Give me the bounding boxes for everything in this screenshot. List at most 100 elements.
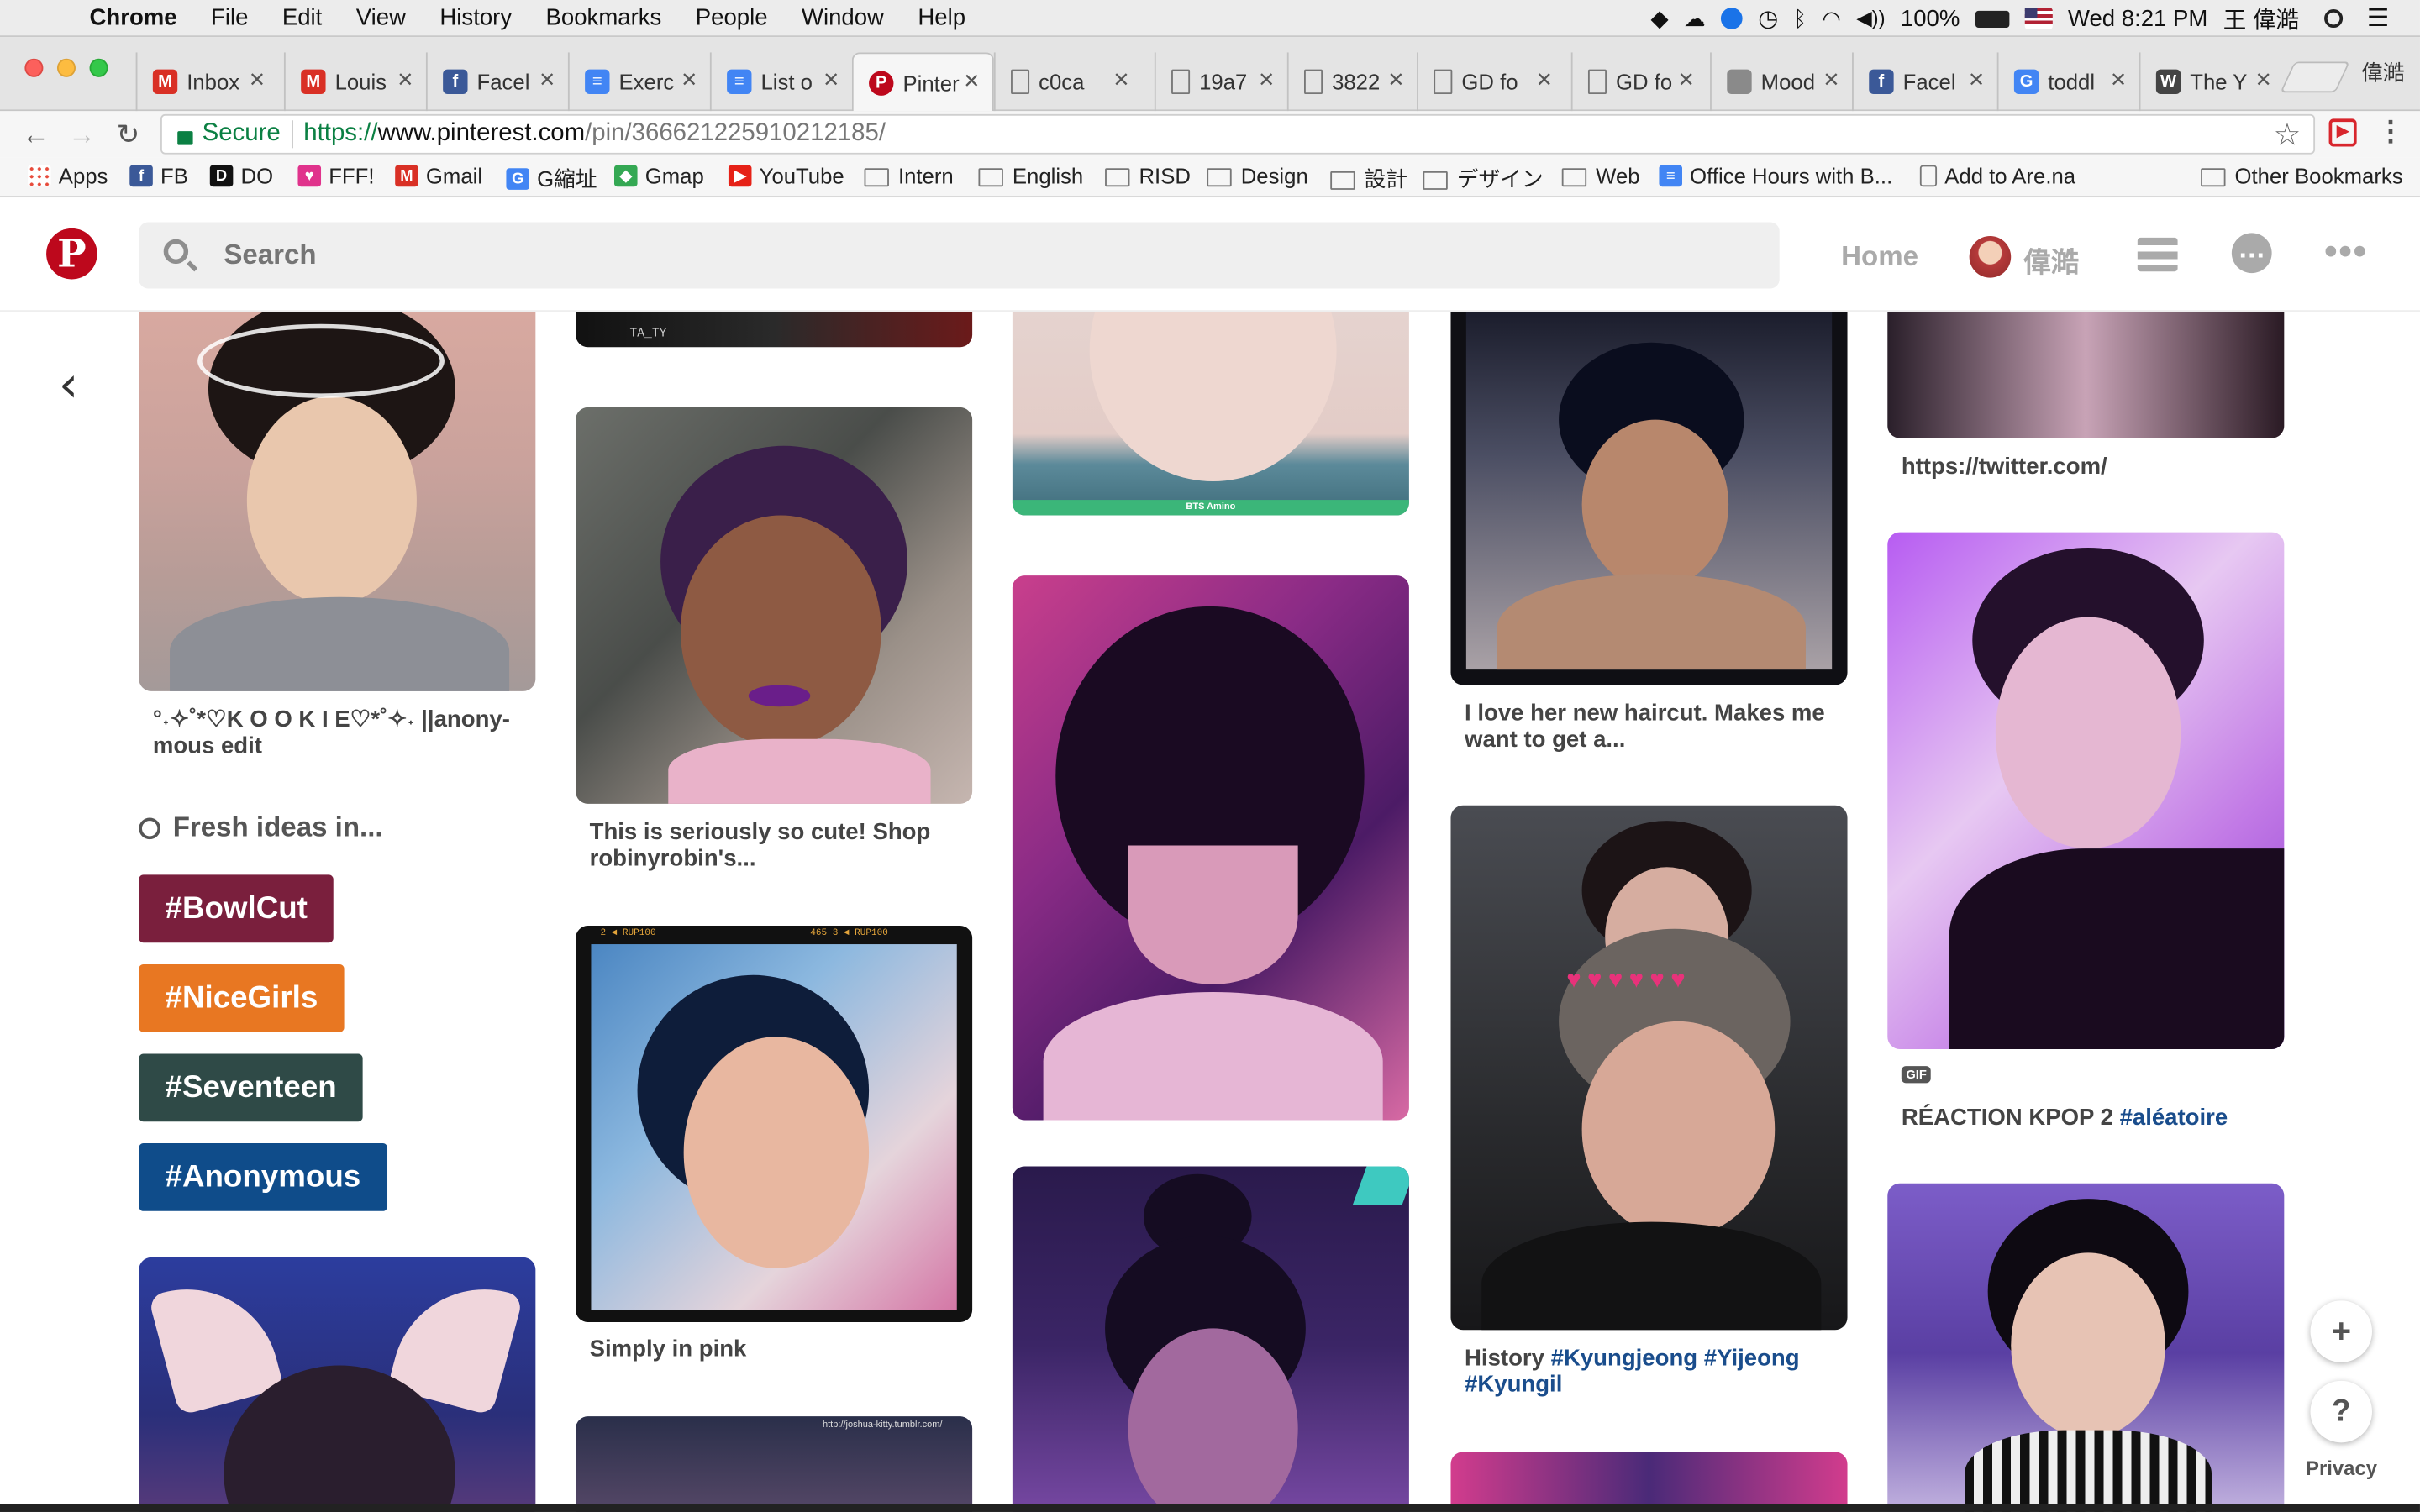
bookmark-18[interactable]: Other Bookmarks	[2201, 164, 2403, 188]
pin-reaction-kpop-image[interactable]	[1887, 532, 2285, 1049]
user-name[interactable]: 王 偉澔	[2223, 3, 2299, 35]
spotlight-icon[interactable]	[2323, 9, 2343, 29]
close-tab-icon[interactable]: ✕	[397, 68, 413, 92]
search-bar[interactable]	[139, 222, 1780, 289]
close-tab-icon[interactable]: ✕	[2255, 68, 2272, 92]
close-tab-icon[interactable]: ✕	[2110, 68, 2127, 92]
messages-icon[interactable]: …	[2231, 233, 2272, 274]
bookmark-14[interactable]: デザイン	[1423, 164, 1544, 195]
chrome-menu-icon[interactable]: ⋮	[2377, 116, 2405, 149]
pin-bun-image[interactable]	[1012, 1166, 1409, 1512]
time-machine-icon[interactable]: ◷	[1758, 5, 1778, 32]
menu-view[interactable]: View	[356, 5, 406, 31]
bookmark-13[interactable]: 設計	[1330, 164, 1407, 195]
bookmark-6[interactable]: G G縮址	[506, 164, 597, 195]
clock[interactable]: Wed 8:21 PM	[2068, 5, 2207, 31]
bookmark-2[interactable]: f FB	[129, 164, 188, 188]
more-options-icon[interactable]: •••	[2324, 232, 2368, 275]
tab-12[interactable]: Mood ✕	[1710, 52, 1852, 112]
hashtag-bowlcut[interactable]: #BowlCut	[139, 874, 334, 943]
pin-purple-lips-image[interactable]	[576, 407, 973, 804]
hashtag-anonymous[interactable]: #Anonymous	[139, 1142, 387, 1211]
pin-purple-bob-image[interactable]	[1012, 575, 1409, 1121]
tab-7[interactable]: c0ca ✕	[993, 52, 1142, 112]
home-link[interactable]: Home	[1841, 241, 1918, 274]
bookmark-4[interactable]: ♥ FFF!	[297, 164, 374, 188]
tab-3[interactable]: f Facel ✕	[425, 52, 568, 112]
address-bar[interactable]: Secure https:// www.pinterest.com /pin/3…	[160, 113, 2316, 155]
caption-hashtag[interactable]: #aléatoire	[2120, 1105, 2228, 1131]
bookmark-10[interactable]: English	[978, 164, 1083, 188]
bookmark-5[interactable]: M Gmail	[395, 164, 482, 188]
tab-14[interactable]: Gtoddl ✕	[1996, 52, 2139, 112]
tab-13[interactable]: f Facel ✕	[1852, 52, 1997, 112]
pin-caption-kyungjeong[interactable]: History #Kyungjeong #Yijeong #Kyungil	[1465, 1346, 1835, 1398]
tab-10[interactable]: GD fo ✕	[1417, 52, 1565, 112]
close-tab-icon[interactable]: ✕	[1258, 68, 1275, 92]
back-icon[interactable]: ←	[13, 118, 59, 151]
shazam-icon[interactable]	[1721, 8, 1743, 29]
pin-kookie-image[interactable]	[139, 312, 536, 691]
bookmark-15[interactable]: Web	[1561, 164, 1640, 188]
bookmark-16[interactable]: ≡ Office Hours with B...	[1659, 164, 1892, 188]
menu-history[interactable]: History	[439, 5, 512, 31]
zoom-window-button[interactable]	[89, 58, 108, 77]
pin-bottom-image[interactable]	[1450, 1452, 1848, 1512]
hashtag-seventeen[interactable]: #Seventeen	[139, 1053, 363, 1122]
minimize-window-button[interactable]	[56, 58, 76, 77]
close-window-button[interactable]	[24, 58, 44, 77]
pin-caption-twitter[interactable]: https://twitter.com/	[1902, 454, 2272, 480]
close-tab-icon[interactable]: ✕	[823, 68, 839, 92]
bookmark-17[interactable]: Add to Are.na	[1919, 164, 2075, 188]
pin-kyungjeong-image[interactable]: ♥♥♥♥♥♥	[1450, 805, 1848, 1331]
help-button[interactable]: ?	[2310, 1380, 2373, 1443]
avatar[interactable]	[1969, 236, 2012, 278]
bookmark-1[interactable]: Apps	[28, 164, 108, 188]
tab-1[interactable]: M Inbox ✕	[135, 52, 278, 112]
pin-caption-reaction[interactable]: RÉACTION KPOP 2 #aléatoire	[1902, 1105, 2272, 1131]
pin-cat-ears-image[interactable]	[139, 1257, 536, 1512]
profile-name[interactable]: 偉澔	[2361, 57, 2404, 88]
us-flag-icon[interactable]	[2024, 8, 2053, 29]
tab-6[interactable]: P Pinter ✕	[851, 52, 994, 112]
tab-2[interactable]: M Louis ✕	[283, 52, 426, 112]
bookmark-8[interactable]: ▶ YouTube	[728, 164, 844, 188]
pin-twitter-image[interactable]	[1887, 312, 2285, 438]
pin-caption-kookie[interactable]: °˖✧˚*♡K O O K I E♡*˚✧˖ ||anony-mous edit	[153, 706, 523, 759]
close-tab-icon[interactable]: ✕	[1536, 68, 1553, 92]
menu-window[interactable]: Window	[802, 5, 884, 31]
tab-11[interactable]: GD fo ✕	[1570, 52, 1707, 112]
pin-umbrella-image[interactable]	[1887, 1183, 2285, 1512]
menu-icon[interactable]	[2137, 237, 2178, 272]
profile-link[interactable]: 偉澔	[2023, 241, 2079, 281]
forward-icon[interactable]: →	[59, 118, 105, 151]
close-tab-icon[interactable]: ✕	[1387, 68, 1404, 92]
bookmark-12[interactable]: Design	[1207, 164, 1308, 188]
tab-15[interactable]: W The Y ✕	[2139, 52, 2285, 112]
menu-people[interactable]: People	[696, 5, 768, 31]
close-tab-icon[interactable]: ✕	[1113, 68, 1129, 92]
bookmark-9[interactable]: Intern	[864, 164, 954, 188]
bluetooth-icon[interactable]: ᛒ	[1794, 6, 1807, 30]
bookmark-star-icon[interactable]: ☆	[2274, 116, 2302, 155]
close-tab-icon[interactable]: ✕	[963, 70, 980, 94]
close-tab-icon[interactable]: ✕	[1678, 68, 1695, 92]
menu-file[interactable]: File	[211, 5, 248, 31]
tab-9[interactable]: 3822 ✕	[1286, 52, 1417, 112]
volume-icon[interactable]: ◀))	[1856, 6, 1885, 30]
bookmark-11[interactable]: RISD	[1105, 164, 1191, 188]
privacy-link[interactable]: Privacy	[2306, 1457, 2377, 1480]
bookmark-7[interactable]: ◆ Gmap	[614, 164, 704, 188]
creative-cloud-icon[interactable]: ☁	[1684, 5, 1706, 31]
bookmark-3[interactable]: D DO	[209, 164, 273, 188]
battery-icon[interactable]	[1975, 9, 2010, 28]
wifi-icon[interactable]: ◠	[1822, 5, 1840, 31]
search-input[interactable]	[224, 222, 1613, 289]
tab-4[interactable]: ≡ Exerc ✕	[567, 52, 710, 112]
pin-haircut-image[interactable]	[1450, 312, 1848, 685]
add-pin-button[interactable]: +	[2310, 1300, 2373, 1362]
pin-top-image[interactable]: TA_TY	[576, 312, 973, 348]
pin-caption-purple-lips[interactable]: This is seriously so cute! Shop robinyro…	[590, 819, 944, 871]
pin-bts-amino-image[interactable]: BTS Amino	[1012, 312, 1409, 516]
pinterest-logo-icon[interactable]: P	[46, 228, 97, 280]
